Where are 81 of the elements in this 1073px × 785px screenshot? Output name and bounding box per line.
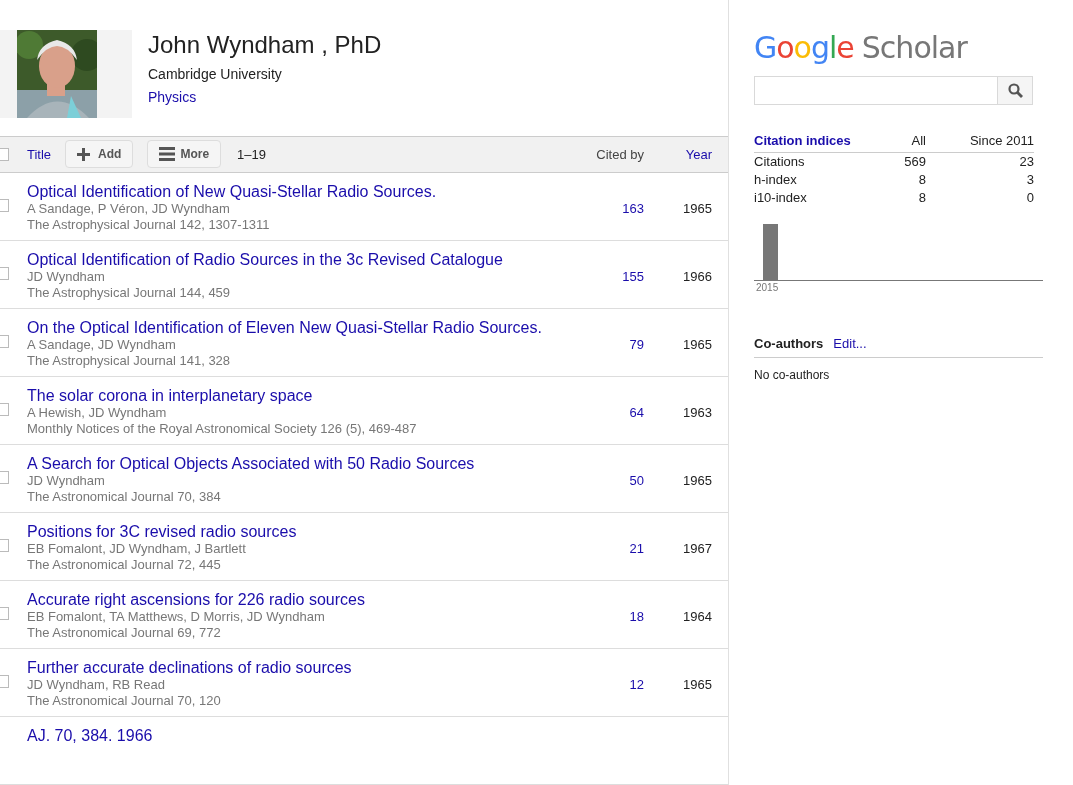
table-cell-text: 23	[1018, 152, 1034, 171]
cited-by-count[interactable]: 64	[584, 403, 644, 423]
cited-by-count[interactable]: 155	[584, 267, 644, 287]
article-venue: The Astronomical Journal 72, 445	[27, 557, 222, 573]
article-authors: JD Wyndham	[27, 269, 106, 285]
cited-by-count[interactable]: 79	[584, 335, 644, 355]
article-year: 1966	[682, 268, 713, 286]
article-year: 1964	[682, 608, 713, 626]
title-sort-link[interactable]: Title	[27, 144, 52, 165]
row-checkbox[interactable]	[0, 199, 9, 212]
cited-by-count[interactable]: 163	[584, 199, 644, 219]
table-cell-text: 569	[903, 152, 926, 171]
table-cell-text: i10-index	[754, 188, 808, 207]
article-authors: JD Wyndham	[27, 473, 106, 489]
year-sort-link[interactable]: Year	[644, 144, 728, 165]
article-year: 1965	[682, 472, 713, 490]
edit-link[interactable]: Edit...	[833, 333, 867, 353]
add-button[interactable]: Add	[65, 140, 134, 169]
select-all-checkbox[interactable]	[0, 147, 9, 161]
article-venue: The Astronomical Journal 69, 772	[27, 625, 222, 641]
search-field[interactable]	[754, 76, 997, 105]
article-venue: The Astronomical Journal 70, 384	[27, 489, 222, 505]
row-checkbox[interactable]	[0, 267, 9, 280]
article-title[interactable]: Optical Identification of New Quasi-Stellar Radio Sources.	[27, 182, 584, 201]
row-checkbox[interactable]	[0, 403, 9, 416]
article-year: 1965	[682, 200, 713, 218]
plus-icon	[77, 147, 91, 161]
cited-by-count[interactable]: 21	[584, 539, 644, 559]
search-button[interactable]	[997, 76, 1033, 105]
search-icon	[1007, 83, 1023, 98]
table-cell-text: 0	[1025, 188, 1034, 207]
field-link[interactable]: Physics	[148, 87, 382, 108]
article-year: 1967	[682, 540, 713, 558]
article-venue: The Astrophysical Journal 144, 459	[27, 285, 232, 301]
cited-by-count[interactable]: 12	[584, 675, 644, 695]
table-cell-text: Citations	[754, 152, 806, 171]
cited-by-count[interactable]: 50	[584, 471, 644, 491]
table-cell-text: 8	[917, 170, 926, 189]
row-checkbox[interactable]	[0, 471, 9, 484]
column-header: Since 2011	[968, 132, 1034, 150]
row-checkbox[interactable]	[0, 539, 9, 552]
row-checkbox[interactable]	[0, 675, 9, 688]
article-venue: The Astronomical Journal 70, 120	[27, 693, 222, 709]
column-header: Citation indices	[754, 132, 852, 150]
article-title[interactable]: A Search for Optical Objects Associated with 50 Radio Sources	[27, 454, 584, 473]
row-checkbox[interactable]	[0, 335, 9, 348]
article-title[interactable]: Further accurate declinations of radio sources	[27, 658, 584, 677]
table-cell-text: 3	[1025, 170, 1034, 189]
table-cell-text: 8	[917, 188, 926, 207]
article-authors: A Hewish, JD Wyndham	[27, 405, 168, 421]
article-title[interactable]: On the Optical Identification of Eleven New Quasi-Stellar Radio Sources.	[27, 318, 584, 337]
article-authors: JD Wyndham, RB Read	[27, 677, 166, 693]
menu-icon	[159, 147, 176, 162]
article-title[interactable]: Optical Identification of Radio Sources in the 3c Revised Catalogue	[27, 250, 584, 269]
affiliation: Cambridge University	[148, 65, 283, 84]
article-authors: EB Fomalont, JD Wyndham, J Bartlett	[27, 541, 247, 557]
article-year: 1963	[682, 404, 713, 422]
row-checkbox[interactable]	[0, 607, 9, 620]
coauthors-empty-message: No co-authors	[754, 367, 831, 384]
scholar-logo[interactable]: Google Scholar	[754, 30, 1043, 66]
result-range: 1–19	[237, 145, 266, 164]
column-header: All	[910, 132, 926, 150]
article-year: 1965	[682, 676, 713, 694]
article-title[interactable]: Positions for 3C revised radio sources	[27, 522, 584, 541]
article-title[interactable]: AJ. 70, 384. 1966	[27, 726, 728, 745]
cited-by-count[interactable]: 18	[584, 607, 644, 627]
coauthors-heading: Co-authors	[754, 334, 824, 353]
table-cell-text: h-index	[754, 170, 798, 189]
article-venue: Monthly Notices of the Royal Astronomical Society 126 (5), 469-487	[27, 421, 418, 437]
cited-by-sort-link[interactable]: Cited by	[596, 144, 644, 165]
chart-year-label: 2015	[756, 281, 780, 294]
article-authors: EB Fomalont, TA Matthews, D Morris, JD Wyndham	[27, 609, 326, 625]
more-button[interactable]: More	[147, 140, 222, 169]
article-authors: A Sandage, JD Wyndham	[27, 337, 177, 353]
article-title[interactable]: Accurate right ascensions for 226 radio sources	[27, 590, 584, 609]
article-authors: A Sandage, P Véron, JD Wyndham	[27, 201, 231, 217]
article-title[interactable]: The solar corona in interplanetary space	[27, 386, 584, 405]
article-venue: The Astrophysical Journal 141, 328	[27, 353, 232, 369]
article-venue: The Astrophysical Journal 142, 1307-1311	[27, 217, 271, 233]
profile-name: John Wyndham , PhD	[148, 30, 382, 60]
article-year: 1965	[682, 336, 713, 354]
